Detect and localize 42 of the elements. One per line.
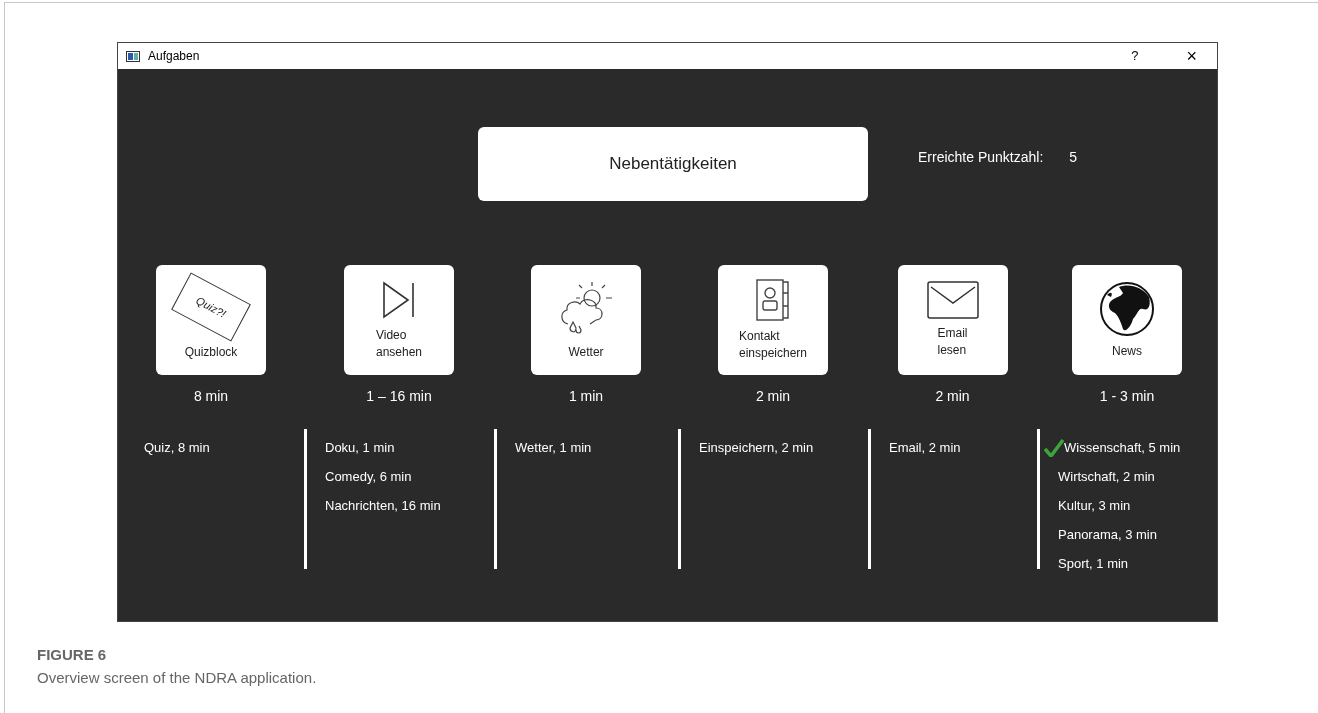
option-item[interactable]: Panorama, 3 min <box>1058 525 1157 545</box>
option-item[interactable]: Nachrichten, 16 min <box>325 496 441 516</box>
task-tile[interactable]: Video ansehen <box>344 265 454 375</box>
task-label: Email lesen <box>937 325 968 359</box>
option-item[interactable]: Wirtschaft, 2 min <box>1058 467 1155 487</box>
envelope-icon <box>926 281 979 319</box>
duration-text: 2 min <box>755 387 791 406</box>
option-item[interactable]: Einspeichern, 2 min <box>699 438 814 458</box>
close-button[interactable]: × <box>1174 47 1209 65</box>
play-next-icon <box>381 279 417 321</box>
task-tile[interactable]: Email lesen <box>897 265 1008 375</box>
duration-text: 1 min <box>568 387 604 406</box>
task-label: Wetter <box>568 343 604 361</box>
option-item[interactable]: Email, 2 min <box>889 438 961 458</box>
option-item[interactable]: Wissenschaft, 5 min <box>1064 438 1181 458</box>
duration-text: 2 min <box>935 387 970 406</box>
task-tile[interactable]: News <box>1072 265 1182 375</box>
task-label: Video ansehen <box>375 327 422 361</box>
globe-icon <box>1099 280 1155 337</box>
option-item[interactable]: Comedy, 6 min <box>325 467 412 487</box>
title-panel: Nebentätigkeiten <box>478 127 868 201</box>
option-item[interactable]: Quiz, 8 min <box>144 438 210 458</box>
window-title: Aufgaben <box>148 48 200 65</box>
option-item[interactable]: Doku, 1 min <box>325 438 395 458</box>
option-item[interactable]: Wetter, 1 min <box>515 438 592 458</box>
duration-text: 8 min <box>193 387 229 406</box>
task-tile[interactable]: Kontakt einspeichern <box>718 265 828 375</box>
task-label: Quizblock <box>184 343 238 361</box>
duration-text: 1 – 16 min <box>366 387 432 406</box>
task-label: News <box>1112 342 1142 360</box>
score-value: 5 <box>1069 147 1078 167</box>
address-book-icon <box>755 278 791 322</box>
task-tile[interactable]: Wetter <box>531 265 641 375</box>
figure-label: FIGURE 6 <box>37 645 107 665</box>
figure-caption: Overview screen of the NDRA application. <box>37 667 317 688</box>
app-icon <box>126 50 140 62</box>
option-item[interactable]: Sport, 1 min <box>1058 554 1129 574</box>
help-button[interactable]: ? <box>1119 46 1151 66</box>
score-label: Erreichte Punktzahl: <box>918 147 1044 167</box>
task-label: Kontakt einspeichern <box>738 328 807 362</box>
option-item[interactable]: Kultur, 3 min <box>1058 496 1131 516</box>
duration-text: 1 - 3 min <box>1099 387 1155 406</box>
